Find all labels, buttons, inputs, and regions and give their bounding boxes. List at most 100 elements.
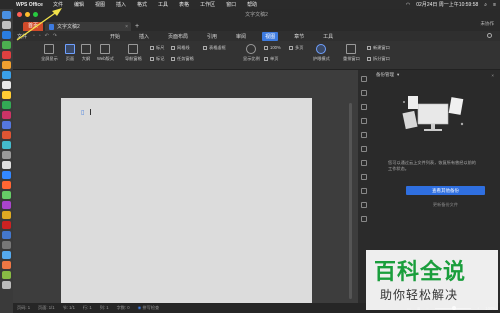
app-icon[interactable] xyxy=(2,201,11,209)
app-icon[interactable] xyxy=(2,71,11,79)
wps-icon[interactable] xyxy=(2,221,11,229)
tab-review[interactable]: 审阅 xyxy=(233,32,249,41)
view-backups-button[interactable]: 查看其他备份 xyxy=(406,186,485,195)
page-view-button[interactable]: 页面 xyxy=(65,44,75,62)
menu-file[interactable]: 文件 xyxy=(53,1,63,8)
trash-icon[interactable] xyxy=(2,281,11,289)
task-pane-checkbox[interactable]: 任务窗格 xyxy=(171,56,194,62)
style-icon[interactable] xyxy=(361,76,367,82)
undo-icon[interactable]: ↶ xyxy=(45,33,49,39)
marks-checkbox[interactable]: 标记 xyxy=(150,56,164,62)
menu-table[interactable]: 表格 xyxy=(179,1,189,8)
split-window-button[interactable]: 拆分窗口 xyxy=(367,56,390,62)
app-icon[interactable] xyxy=(2,231,11,239)
zoom-button[interactable]: 显示比例 xyxy=(243,44,260,62)
menu-view[interactable]: 视图 xyxy=(95,1,105,8)
ruler-checkbox[interactable]: 标尺 xyxy=(150,45,164,51)
new-tab-button[interactable]: + xyxy=(135,22,139,31)
print-icon[interactable]: ▫ xyxy=(39,33,41,39)
lock-icon[interactable] xyxy=(361,160,367,166)
menu-edit[interactable]: 编辑 xyxy=(74,1,84,8)
rearrange-window-button[interactable]: 重排窗口 xyxy=(343,44,360,62)
document-canvas[interactable]: ▯ xyxy=(13,70,358,303)
app-icon[interactable] xyxy=(2,141,11,149)
app-icon[interactable] xyxy=(2,161,11,169)
grid-checkbox[interactable]: 网格线 xyxy=(171,45,190,51)
menu-insert[interactable]: 插入 xyxy=(116,1,126,8)
app-icon[interactable] xyxy=(2,251,11,259)
launchpad-icon[interactable] xyxy=(2,21,11,29)
collab-status[interactable]: 未协作 xyxy=(481,21,495,27)
page-count[interactable]: 页面: 1/1 xyxy=(38,305,55,311)
app-icon[interactable] xyxy=(2,91,11,99)
document-page[interactable]: ▯ xyxy=(61,98,312,303)
redo-icon[interactable]: ↷ xyxy=(53,33,57,39)
app-icon[interactable] xyxy=(2,101,11,109)
tab-view[interactable]: 视图 xyxy=(262,31,279,41)
tab-insert[interactable]: 插入 xyxy=(136,32,152,41)
history-icon[interactable] xyxy=(361,188,367,194)
file-menu-button[interactable]: 文件 xyxy=(17,33,27,40)
navigate-icon[interactable] xyxy=(361,132,367,138)
image-icon[interactable] xyxy=(361,146,367,152)
table-borders-checkbox[interactable]: 表格虚框 xyxy=(203,45,226,51)
menu-tools[interactable]: 工具 xyxy=(158,1,168,8)
close-icon[interactable]: × xyxy=(491,73,494,78)
finder-icon[interactable] xyxy=(2,11,11,19)
wifi-icon[interactable]: ◠ xyxy=(406,2,410,8)
save-icon[interactable]: ▫ xyxy=(33,33,35,39)
search-icon[interactable] xyxy=(487,33,492,38)
app-icon[interactable] xyxy=(2,151,11,159)
tab-document[interactable]: 文字文稿2 × xyxy=(45,22,131,31)
app-icon[interactable] xyxy=(2,81,11,89)
app-icon[interactable] xyxy=(2,211,11,219)
app-icon[interactable] xyxy=(2,61,11,69)
more-icon[interactable] xyxy=(361,216,367,222)
app-icon[interactable] xyxy=(2,131,11,139)
chevron-down-icon[interactable]: ▾ xyxy=(397,72,399,78)
nav-pane-button[interactable]: 导航窗格 xyxy=(125,44,142,62)
messages-icon[interactable] xyxy=(2,41,11,49)
app-icon[interactable] xyxy=(2,261,11,269)
safari-icon[interactable] xyxy=(2,31,11,39)
close-tab-icon[interactable]: × xyxy=(125,24,128,30)
backup-icon[interactable] xyxy=(361,202,367,208)
word-count[interactable]: 字数: 0 xyxy=(117,305,130,311)
page-number[interactable]: 页码: 1 xyxy=(17,305,30,311)
app-icon[interactable] xyxy=(2,191,11,199)
clock[interactable]: 02月24日 周一上午10:59:58 xyxy=(416,1,478,8)
menu-format[interactable]: 格式 xyxy=(137,1,147,8)
tab-page-layout[interactable]: 页面布局 xyxy=(165,32,191,41)
shape-icon[interactable] xyxy=(361,104,367,110)
app-icon[interactable] xyxy=(2,111,11,119)
app-icon[interactable] xyxy=(2,51,11,59)
eye-mode-button[interactable]: 护眼模式 xyxy=(313,44,330,62)
vertical-scrollbar[interactable] xyxy=(349,103,352,299)
tab-home[interactable]: 首页 xyxy=(23,22,43,31)
app-name-menu[interactable]: WPS Office xyxy=(16,2,43,8)
app-icon[interactable] xyxy=(2,241,11,249)
outline-view-button[interactable]: 大纲 xyxy=(81,44,91,62)
multi-page-button[interactable]: 多页 xyxy=(289,45,303,51)
new-window-button[interactable]: 新建窗口 xyxy=(367,45,390,51)
tab-tools[interactable]: 工具 xyxy=(320,32,336,41)
fill-icon[interactable] xyxy=(361,118,367,124)
single-page-button[interactable]: 单页 xyxy=(264,56,278,62)
zoom-100-button[interactable]: 100% xyxy=(264,45,281,50)
tab-chapter[interactable]: 章节 xyxy=(291,32,307,41)
spell-check[interactable]: ◉ 拼写检查 xyxy=(138,305,160,311)
full-screen-button[interactable]: 全屏显示 xyxy=(41,44,58,62)
share-icon[interactable] xyxy=(361,174,367,180)
web-view-button[interactable]: Web版式 xyxy=(97,44,114,62)
app-icon[interactable] xyxy=(2,181,11,189)
tab-reference[interactable]: 引用 xyxy=(204,32,220,41)
menu-window[interactable]: 窗口 xyxy=(226,1,236,8)
pen-icon[interactable] xyxy=(361,90,367,96)
update-backup-link[interactable]: 更新备份文件 xyxy=(406,202,485,208)
app-icon[interactable] xyxy=(2,121,11,129)
app-icon[interactable] xyxy=(2,171,11,179)
control-center-icon[interactable]: ≡ xyxy=(493,2,496,8)
search-icon[interactable]: ⌕ xyxy=(484,2,487,8)
tab-start[interactable]: 开始 xyxy=(107,32,123,41)
menu-help[interactable]: 帮助 xyxy=(247,1,257,8)
